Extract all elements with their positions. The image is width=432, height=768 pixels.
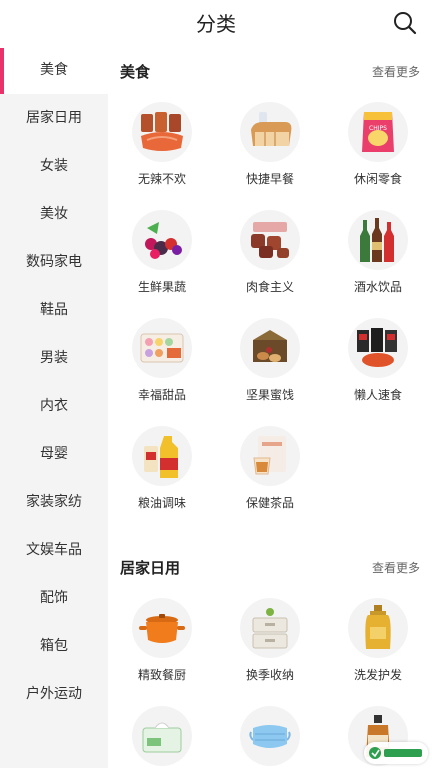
sidebar-item-label: 母婴	[40, 446, 68, 462]
sidebar-item-label: 内衣	[40, 398, 68, 414]
sidebar-item-bags[interactable]: 箱包	[0, 622, 108, 670]
category-label: 洗发护发	[353, 668, 402, 682]
watermark-logo	[364, 742, 428, 764]
nuts-icon	[240, 318, 300, 378]
sidebar-item-men[interactable]: 男装	[0, 334, 108, 382]
svg-text:CHIPS: CHIPS	[369, 125, 387, 132]
chips-bag-icon: CHIPS	[348, 102, 408, 162]
sidebar-item-entertainment-car[interactable]: 文娱车品	[0, 526, 108, 574]
category-item-desserts[interactable]: 幸福甜品	[108, 310, 216, 418]
category-label: 酒水饮品	[353, 280, 402, 294]
shampoo-icon	[348, 598, 408, 658]
oil-bottle-icon	[132, 426, 192, 486]
section-title: 居家日用	[120, 559, 181, 577]
sidebar-item-home[interactable]: 居家日用	[0, 94, 108, 142]
category-label: 快捷早餐	[245, 172, 294, 186]
search-icon[interactable]	[392, 10, 418, 36]
sidebar-item-label: 户外运动	[26, 686, 82, 702]
berries-icon	[132, 210, 192, 270]
category-label: 精致餐厨	[137, 668, 186, 682]
category-item-haircare[interactable]: 洗发护发	[324, 590, 432, 698]
category-item-health-tea[interactable]: 保健茶品	[216, 418, 324, 526]
category-item-fresh[interactable]: 生鲜果蔬	[108, 202, 216, 310]
section-header: 居家日用 查看更多	[108, 542, 432, 590]
sidebar-item-label: 配饰	[40, 590, 68, 606]
sidebar-item-underwear[interactable]: 内衣	[0, 382, 108, 430]
category-item-meat[interactable]: 肉食主义	[216, 202, 324, 310]
sidebar-item-label: 男装	[40, 350, 68, 366]
sidebar-item-outdoor[interactable]: 户外运动	[0, 670, 108, 718]
view-more-link[interactable]: 查看更多	[372, 63, 420, 80]
category-label: 坚果蜜饯	[245, 388, 294, 402]
bread-icon	[240, 102, 300, 162]
category-item-kitchen[interactable]: 精致餐厨	[108, 590, 216, 698]
sidebar-item-digital[interactable]: 数码家电	[0, 238, 108, 286]
section-title: 美食	[120, 63, 151, 81]
macaron-icon	[132, 318, 192, 378]
sidebar-item-label: 女装	[40, 158, 68, 174]
sidebar-item-beauty[interactable]: 美妆	[0, 190, 108, 238]
category-item-snacks[interactable]: CHIPS 休闲零食	[324, 94, 432, 202]
category-item-tissue[interactable]	[108, 698, 216, 768]
category-sidebar: 美食 居家日用 女装 美妆 数码家电 鞋品 男装 内衣 母婴 家装家纺 文娱车品…	[0, 46, 108, 768]
category-label: 肉食主义	[245, 280, 294, 294]
category-label: 无辣不欢	[137, 172, 186, 186]
sidebar-item-label: 鞋品	[40, 302, 68, 318]
instant-noodle-icon	[348, 318, 408, 378]
category-item-grain-oil[interactable]: 粮油调味	[108, 418, 216, 526]
category-item-instant[interactable]: 懒人速食	[324, 310, 432, 418]
category-label: 休闲零食	[353, 172, 402, 186]
section-home: 居家日用 查看更多 精致餐厨 换季收纳 洗发护发	[108, 542, 432, 768]
category-item-nuts[interactable]: 坚果蜜饯	[216, 310, 324, 418]
sidebar-item-label: 美食	[40, 62, 68, 78]
category-item-mask[interactable]	[216, 698, 324, 768]
sidebar-item-food[interactable]: 美食	[0, 46, 108, 94]
section-food: 美食 查看更多 无辣不欢 快捷早餐 CHIPS 休闲零食 生鲜果蔬 肉食主义 酒…	[108, 46, 432, 526]
mask-icon	[240, 706, 300, 766]
top-bar: 分类	[0, 0, 432, 46]
category-item-spicy[interactable]: 无辣不欢	[108, 94, 216, 202]
spicy-snack-icon	[132, 102, 192, 162]
page-title: 分类	[196, 12, 236, 36]
sidebar-item-label: 数码家电	[26, 254, 82, 270]
category-item-storage[interactable]: 换季收纳	[216, 590, 324, 698]
storage-box-icon	[240, 598, 300, 658]
bottles-icon	[348, 210, 408, 270]
tea-icon	[240, 426, 300, 486]
tissue-icon	[132, 706, 192, 766]
category-label: 换季收纳	[245, 668, 294, 682]
category-label: 幸福甜品	[137, 388, 186, 402]
sidebar-item-women[interactable]: 女装	[0, 142, 108, 190]
sidebar-item-label: 家装家纺	[26, 494, 82, 510]
sidebar-item-label: 文娱车品	[26, 542, 82, 558]
sidebar-item-label: 箱包	[40, 638, 68, 654]
view-more-link[interactable]: 查看更多	[372, 559, 420, 576]
sidebar-item-home-textile[interactable]: 家装家纺	[0, 478, 108, 526]
sidebar-item-label: 美妆	[40, 206, 68, 222]
sidebar-item-shoes[interactable]: 鞋品	[0, 286, 108, 334]
category-grid: 无辣不欢 快捷早餐 CHIPS 休闲零食 生鲜果蔬 肉食主义 酒水饮品 幸福甜品…	[108, 94, 432, 526]
category-label: 懒人速食	[353, 388, 402, 402]
pot-icon	[132, 598, 192, 658]
sidebar-item-baby[interactable]: 母婴	[0, 430, 108, 478]
category-item-breakfast[interactable]: 快捷早餐	[216, 94, 324, 202]
meat-icon	[240, 210, 300, 270]
category-label: 生鲜果蔬	[137, 280, 186, 294]
sidebar-item-accessories[interactable]: 配饰	[0, 574, 108, 622]
section-header: 美食 查看更多	[108, 46, 432, 94]
category-label: 保健茶品	[245, 496, 294, 510]
category-label: 粮油调味	[137, 496, 186, 510]
category-item-drinks[interactable]: 酒水饮品	[324, 202, 432, 310]
category-content: 美食 查看更多 无辣不欢 快捷早餐 CHIPS 休闲零食 生鲜果蔬 肉食主义 酒…	[108, 46, 432, 768]
sidebar-item-label: 居家日用	[26, 110, 82, 126]
